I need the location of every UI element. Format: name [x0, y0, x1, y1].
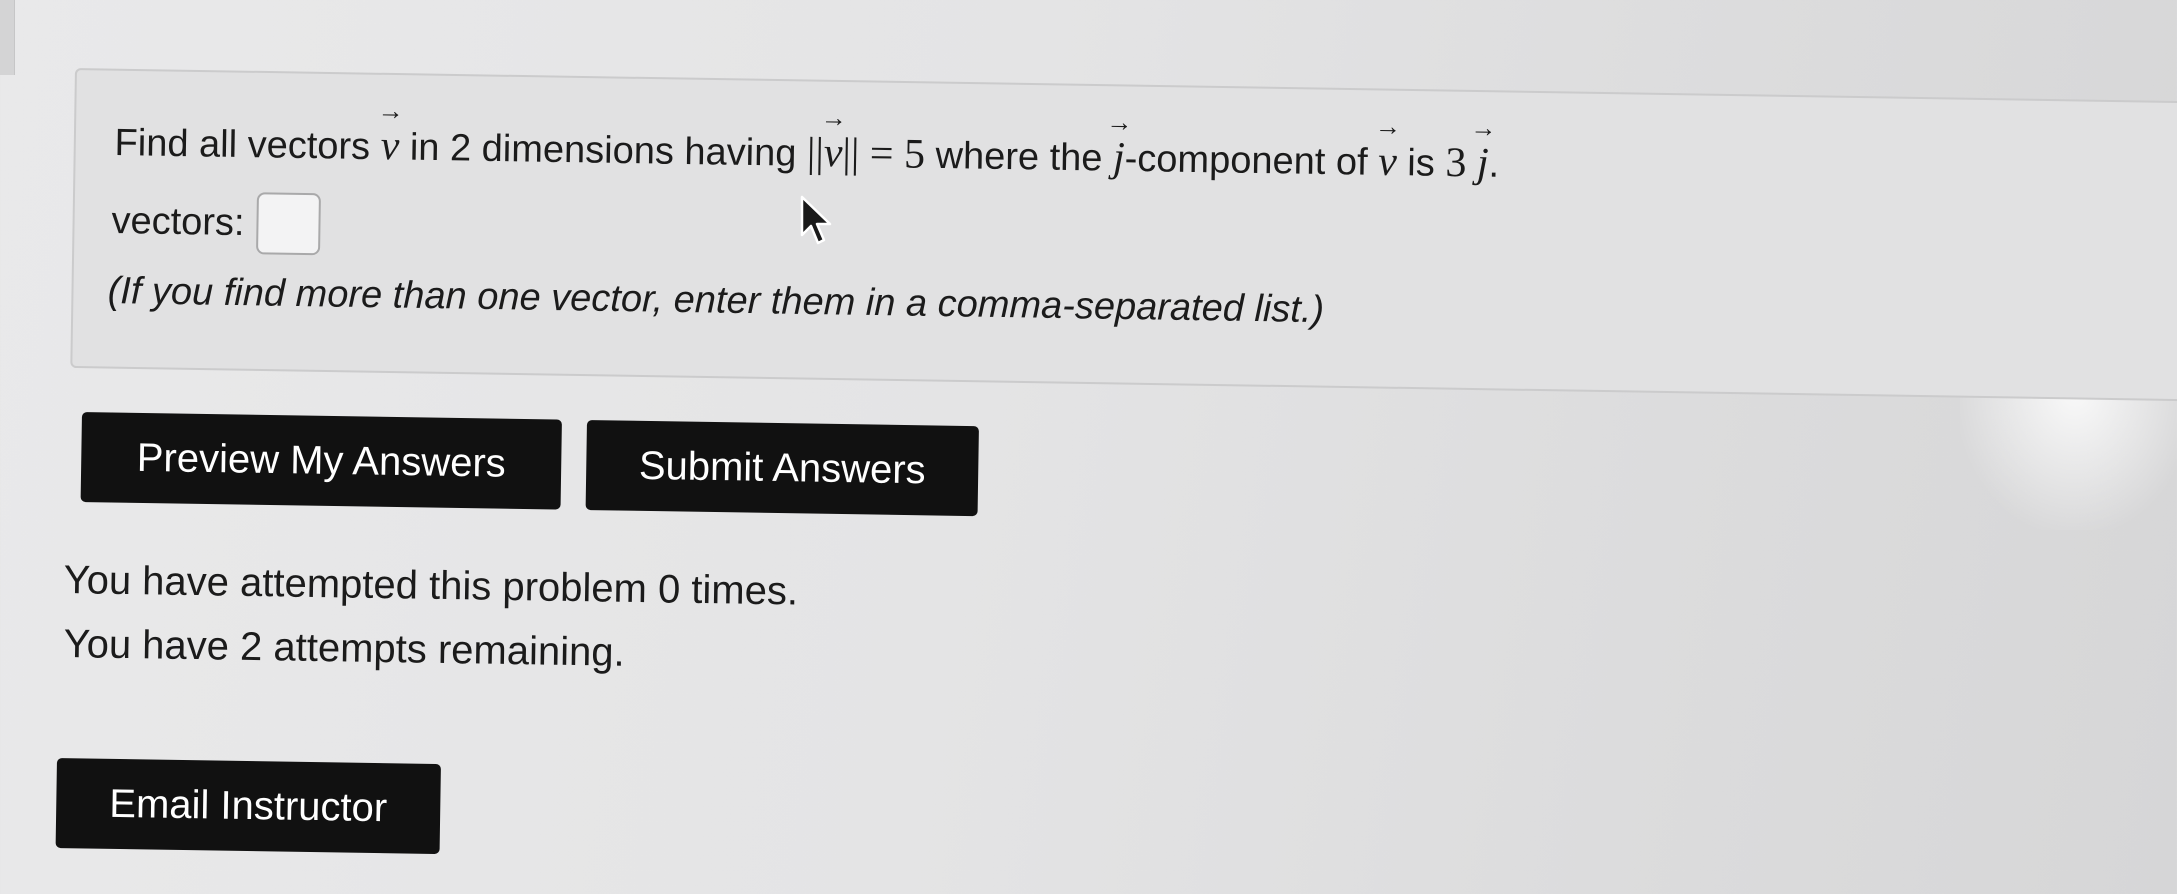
vector-j-symbol-2: j [1477, 139, 1489, 187]
vector-v-symbol-2: v [1378, 138, 1397, 186]
problem-text-dimensions: in 2 dimensions having [409, 126, 797, 175]
left-edge-strip [0, 0, 15, 75]
problem-text-component-of: -component of [1124, 137, 1368, 184]
vector-j-symbol: j [1113, 134, 1125, 182]
coefficient-three: 3 [1445, 139, 1467, 187]
norm-open: || [806, 129, 825, 177]
submit-answers-button[interactable]: Submit Answers [585, 420, 979, 517]
norm-equals-five: = 5 [869, 130, 926, 178]
attempts-made-text: You have attempted this problem 0 times. [63, 558, 799, 614]
preview-my-answers-button[interactable]: Preview My Answers [80, 412, 562, 510]
mouse-pointer-icon [800, 195, 832, 245]
attempts-remaining-text: You have 2 attempts remaining. [63, 622, 626, 675]
vector-v-symbol: v [380, 122, 399, 170]
vector-v-norm-symbol: v [823, 129, 842, 177]
email-instructor-button[interactable]: Email Instructor [55, 758, 441, 855]
answer-row: vectors: [111, 190, 322, 256]
problem-text-where-the: where the [935, 134, 1103, 180]
problem-text-is: is [1407, 142, 1436, 185]
problem-text-find-all: Find all vectors [114, 121, 371, 169]
norm-close: || [842, 130, 860, 177]
problem-period: . [1488, 143, 1500, 186]
vectors-answer-input[interactable] [256, 192, 322, 256]
answer-label: vectors: [111, 199, 245, 244]
